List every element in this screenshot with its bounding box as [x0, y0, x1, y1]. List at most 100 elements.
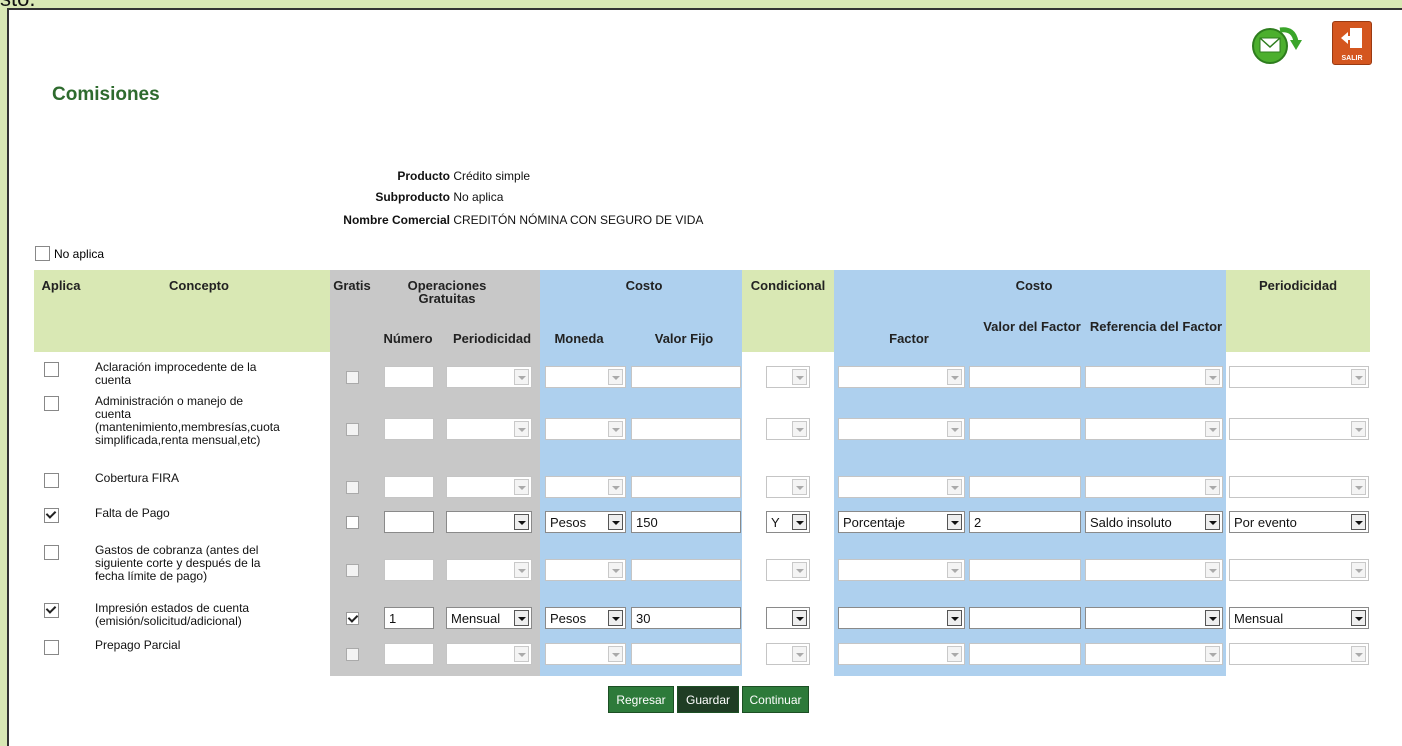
chevron-down-icon[interactable]	[1205, 479, 1220, 495]
periodicidad-select[interactable]	[1229, 559, 1369, 581]
chevron-down-icon[interactable]	[608, 421, 623, 437]
chevron-down-icon[interactable]	[1205, 369, 1220, 385]
chevron-down-icon[interactable]	[792, 562, 807, 578]
valor-factor-input[interactable]	[969, 418, 1081, 440]
mail-forward-icon[interactable]	[1250, 22, 1304, 66]
chevron-down-icon[interactable]	[947, 562, 962, 578]
aplica-checkbox[interactable]	[44, 603, 59, 618]
factor-select[interactable]	[838, 607, 965, 629]
aplica-checkbox[interactable]	[44, 396, 59, 411]
periodicidad-select[interactable]	[1229, 476, 1369, 498]
chevron-down-icon[interactable]	[514, 562, 529, 578]
numero-input[interactable]	[384, 366, 434, 388]
valor-factor-input[interactable]: 2	[969, 511, 1081, 533]
chevron-down-icon[interactable]	[1205, 610, 1220, 626]
periodicidad-op-select[interactable]	[446, 643, 532, 665]
referencia-select[interactable]	[1085, 366, 1223, 388]
chevron-down-icon[interactable]	[792, 479, 807, 495]
valor-fijo-input[interactable]: 30	[631, 607, 741, 629]
chevron-down-icon[interactable]	[1351, 479, 1366, 495]
numero-input[interactable]	[384, 511, 434, 533]
condicional-select[interactable]: Y	[766, 511, 810, 533]
valor-fijo-input[interactable]: 150	[631, 511, 741, 533]
chevron-down-icon[interactable]	[792, 514, 807, 530]
moneda-select[interactable]	[545, 559, 626, 581]
numero-input[interactable]	[384, 418, 434, 440]
chevron-down-icon[interactable]	[514, 479, 529, 495]
moneda-select[interactable]	[545, 476, 626, 498]
numero-input[interactable]	[384, 476, 434, 498]
gratis-checkbox[interactable]	[346, 516, 359, 529]
referencia-select[interactable]: Saldo insoluto	[1085, 511, 1223, 533]
valor-fijo-input[interactable]	[631, 476, 741, 498]
periodicidad-select[interactable]	[1229, 418, 1369, 440]
referencia-select[interactable]	[1085, 418, 1223, 440]
valor-factor-input[interactable]	[969, 559, 1081, 581]
chevron-down-icon[interactable]	[608, 514, 623, 530]
referencia-select[interactable]	[1085, 559, 1223, 581]
chevron-down-icon[interactable]	[514, 610, 529, 626]
valor-fijo-input[interactable]	[631, 366, 741, 388]
chevron-down-icon[interactable]	[1351, 610, 1366, 626]
condicional-select[interactable]	[766, 607, 810, 629]
chevron-down-icon[interactable]	[1205, 562, 1220, 578]
chevron-down-icon[interactable]	[514, 421, 529, 437]
moneda-select[interactable]: Pesos	[545, 607, 626, 629]
continuar-button[interactable]: Continuar	[742, 686, 809, 713]
chevron-down-icon[interactable]	[514, 369, 529, 385]
gratis-checkbox[interactable]	[346, 481, 359, 494]
chevron-down-icon[interactable]	[792, 610, 807, 626]
gratis-checkbox[interactable]	[346, 423, 359, 436]
aplica-checkbox[interactable]	[44, 508, 59, 523]
chevron-down-icon[interactable]	[608, 369, 623, 385]
periodicidad-op-select[interactable]	[446, 476, 532, 498]
numero-input[interactable]	[384, 643, 434, 665]
chevron-down-icon[interactable]	[947, 369, 962, 385]
periodicidad-op-select[interactable]: Mensual	[446, 607, 532, 629]
moneda-select[interactable]	[545, 643, 626, 665]
valor-factor-input[interactable]	[969, 476, 1081, 498]
chevron-down-icon[interactable]	[1351, 646, 1366, 662]
periodicidad-op-select[interactable]	[446, 511, 532, 533]
factor-select[interactable]	[838, 476, 965, 498]
condicional-select[interactable]	[766, 418, 810, 440]
chevron-down-icon[interactable]	[947, 646, 962, 662]
valor-fijo-input[interactable]	[631, 418, 741, 440]
periodicidad-op-select[interactable]	[446, 559, 532, 581]
chevron-down-icon[interactable]	[514, 514, 529, 530]
chevron-down-icon[interactable]	[1351, 369, 1366, 385]
periodicidad-op-select[interactable]	[446, 418, 532, 440]
periodicidad-select[interactable]	[1229, 366, 1369, 388]
factor-select[interactable]	[838, 643, 965, 665]
gratis-checkbox[interactable]	[346, 648, 359, 661]
chevron-down-icon[interactable]	[1351, 514, 1366, 530]
chevron-down-icon[interactable]	[1351, 562, 1366, 578]
chevron-down-icon[interactable]	[514, 646, 529, 662]
chevron-down-icon[interactable]	[947, 514, 962, 530]
chevron-down-icon[interactable]	[1205, 421, 1220, 437]
valor-factor-input[interactable]	[969, 643, 1081, 665]
moneda-select[interactable]	[545, 366, 626, 388]
guardar-button[interactable]: Guardar	[677, 686, 739, 713]
moneda-select[interactable]	[545, 418, 626, 440]
chevron-down-icon[interactable]	[1205, 514, 1220, 530]
periodicidad-select[interactable]: Por evento	[1229, 511, 1369, 533]
condicional-select[interactable]	[766, 643, 810, 665]
chevron-down-icon[interactable]	[947, 479, 962, 495]
valor-fijo-input[interactable]	[631, 559, 741, 581]
chevron-down-icon[interactable]	[792, 369, 807, 385]
chevron-down-icon[interactable]	[608, 562, 623, 578]
condicional-select[interactable]	[766, 476, 810, 498]
chevron-down-icon[interactable]	[608, 646, 623, 662]
gratis-checkbox[interactable]	[346, 612, 359, 625]
aplica-checkbox[interactable]	[44, 362, 59, 377]
referencia-select[interactable]	[1085, 643, 1223, 665]
exit-button[interactable]: SALIR	[1332, 21, 1372, 65]
valor-factor-input[interactable]	[969, 366, 1081, 388]
regresar-button[interactable]: Regresar	[608, 686, 674, 713]
chevron-down-icon[interactable]	[792, 646, 807, 662]
numero-input[interactable]	[384, 559, 434, 581]
periodicidad-select[interactable]: Mensual	[1229, 607, 1369, 629]
condicional-select[interactable]	[766, 366, 810, 388]
chevron-down-icon[interactable]	[1351, 421, 1366, 437]
